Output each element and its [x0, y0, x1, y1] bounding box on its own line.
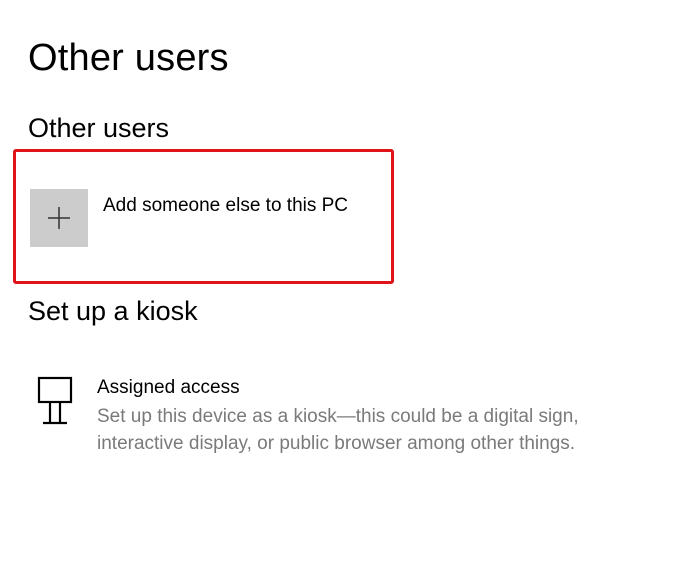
kiosk-heading: Set up a kiosk — [28, 296, 198, 326]
kiosk-icon — [37, 376, 73, 425]
assigned-access-description: Set up this device as a kiosk—this could… — [97, 406, 579, 454]
add-someone-else-label[interactable]: Add someone else to this PC — [103, 194, 348, 218]
plus-icon — [48, 207, 70, 229]
assigned-access-title[interactable]: Assigned access — [97, 376, 240, 400]
other-users-heading: Other users — [28, 113, 170, 143]
assigned-access-link[interactable]: Assigned access Set up this device as a … — [36, 374, 656, 464]
page-title: Other users — [28, 37, 229, 79]
add-someone-else-button[interactable]: Add someone else to this PC — [30, 189, 370, 247]
add-user-tile[interactable] — [30, 189, 88, 247]
